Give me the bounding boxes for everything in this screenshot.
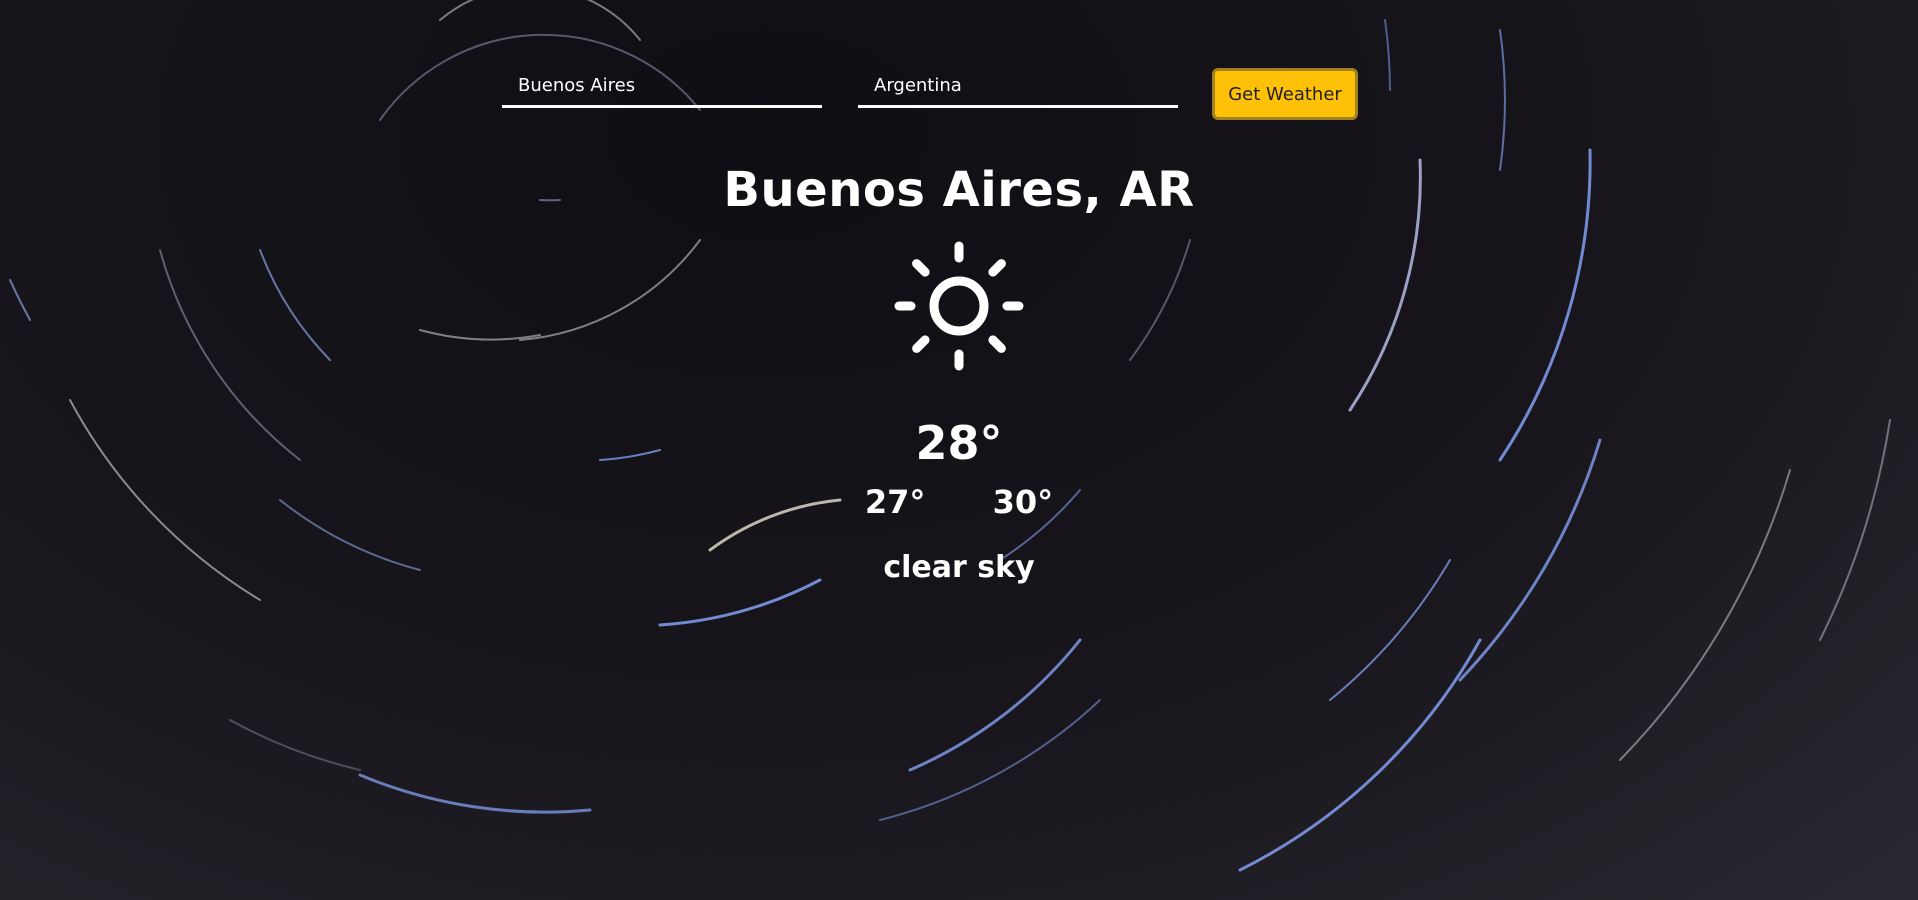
- sun-icon: [894, 241, 1024, 371]
- current-temperature: 28°: [915, 416, 1003, 470]
- min-temperature: 27°: [864, 483, 926, 521]
- country-input[interactable]: [858, 66, 1178, 108]
- get-weather-button[interactable]: Get Weather: [1212, 68, 1358, 120]
- weather-description: clear sky: [883, 550, 1035, 585]
- weather-app: Get Weather Buenos Aires, AR 28° 27° 30°…: [0, 0, 1918, 900]
- temperature-range: 27° 30°: [0, 482, 1918, 522]
- max-temperature: 30°: [992, 483, 1054, 521]
- weather-card: Buenos Aires, AR 28° 27° 30° clear sky: [0, 160, 1918, 588]
- city-input[interactable]: [502, 66, 822, 108]
- location-title: Buenos Aires, AR: [723, 162, 1195, 218]
